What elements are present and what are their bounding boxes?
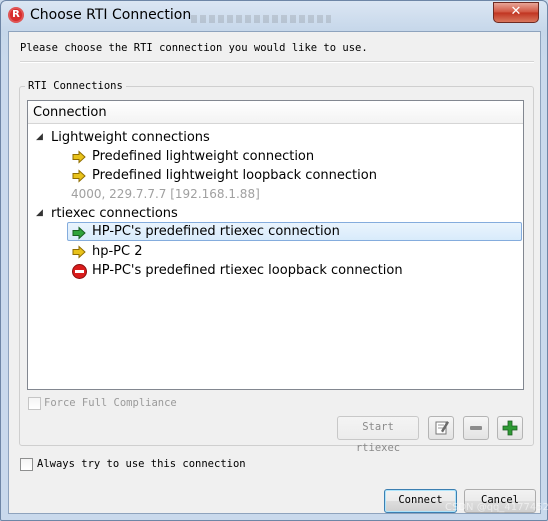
yellow-arrow-icon <box>72 150 86 164</box>
group-title: RTI Connections <box>25 80 126 92</box>
tree-group-lightweight[interactable]: Lightweight connections <box>51 128 210 147</box>
always-use-label: Always try to use this connection <box>37 458 246 470</box>
tree-item-hp-pc-rtiexec-loopback[interactable]: HP-PC's predefined rtiexec loopback conn… <box>92 261 403 280</box>
column-header-label: Connection <box>33 105 107 120</box>
always-use-checkbox[interactable] <box>20 458 33 471</box>
dialog-client-area: Please choose the RTI connection you wou… <box>8 31 548 514</box>
plus-icon <box>502 420 518 436</box>
red-stop-icon <box>72 264 87 279</box>
green-arrow-icon <box>72 226 86 240</box>
connection-tree[interactable]: Connection ◢ Lightweight connections Pre… <box>27 100 524 390</box>
minus-icon <box>470 426 482 430</box>
yellow-arrow-icon <box>72 169 86 183</box>
force-compliance-label: Force Full Compliance <box>44 397 177 409</box>
rti-logo-icon: R <box>8 7 24 23</box>
watermark: CSDN @qq_41774528 <box>445 502 548 513</box>
expand-toggle-icon[interactable]: ◢ <box>36 209 45 218</box>
tree-item-lightweight-loopback[interactable]: Predefined lightweight loopback connecti… <box>92 166 377 185</box>
tree-item-multicast-address: 4000, 229.7.7.7 [192.168.1.88] <box>71 187 260 201</box>
expand-toggle-icon[interactable]: ◢ <box>36 133 45 142</box>
edit-icon <box>435 421 449 435</box>
divider <box>20 61 534 63</box>
dialog-window: R Choose RTI Connection ✕ Please choose … <box>0 0 548 521</box>
start-rtiexec-button[interactable]: Start rtiexec <box>337 416 419 454</box>
window-title: Choose RTI Connection <box>30 7 192 23</box>
tree-group-rtiexec[interactable]: rtiexec connections <box>51 204 178 223</box>
tree-item-hp-pc-rtiexec[interactable]: HP-PC's predefined rtiexec connection <box>92 222 340 241</box>
close-button[interactable]: ✕ <box>493 2 539 23</box>
add-button[interactable] <box>497 416 523 440</box>
edit-button[interactable] <box>428 416 454 440</box>
instruction-text: Please choose the RTI connection you wou… <box>20 42 368 54</box>
tree-item-predefined-lightweight[interactable]: Predefined lightweight connection <box>92 147 314 166</box>
tree-column-header[interactable]: Connection <box>28 101 523 124</box>
title-bar[interactable]: R Choose RTI Connection ✕ <box>1 1 547 31</box>
title-bar-ghost-text <box>191 15 331 23</box>
tree-item-hp-pc-2[interactable]: hp-PC 2 <box>92 242 143 261</box>
yellow-arrow-icon <box>72 245 86 259</box>
force-compliance-checkbox[interactable] <box>28 397 41 410</box>
remove-button[interactable] <box>463 416 489 440</box>
